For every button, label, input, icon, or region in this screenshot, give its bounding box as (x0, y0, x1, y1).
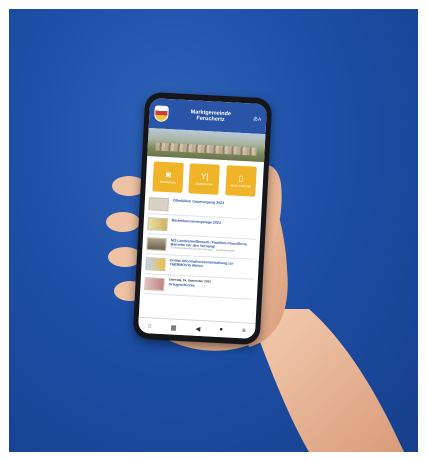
phone-screen: Marktgemeinde Feruchertz あA ◙ Mitteilung… (137, 98, 268, 339)
tile-mitteilungen[interactable]: ◙ Mitteilungen (152, 161, 185, 193)
fork-knife-icon: Y| (200, 171, 209, 181)
news-thumbnail (146, 237, 167, 252)
municipality-crest-icon (154, 105, 169, 123)
photo-background: Marktgemeinde Feruchertz あA ◙ Mitteilung… (9, 9, 418, 452)
tile-label: Abfall- kalender (230, 183, 252, 189)
news-thumbnail (148, 197, 170, 212)
news-title: Ölbekähen Gaumengang 2023 (172, 198, 225, 206)
tile-gastronomie[interactable]: Y| Gastronomie (188, 163, 221, 195)
news-thumbnail (147, 217, 168, 232)
news-thumbnail (145, 257, 166, 272)
calendar-icon[interactable]: ▦ (170, 323, 177, 331)
info-icon[interactable]: ● (219, 326, 223, 333)
tile-label: Mitteilungen (159, 179, 177, 185)
home-icon[interactable]: ⌂ (148, 322, 152, 329)
app-title: Marktgemeinde Feruchertz (173, 108, 248, 125)
quick-tiles: ◙ Mitteilungen Y| Gastronomie ▯ Abfall- … (145, 156, 264, 200)
language-icon[interactable]: あA (253, 115, 262, 122)
news-title: Online Informationsveranstaltung zur THE… (169, 258, 234, 269)
camera-icon: ◙ (165, 169, 172, 180)
news-list: Ölbekähen Gaumengang 2023 Bartenlammerun… (140, 194, 262, 300)
menu-icon[interactable]: ≡ (242, 327, 246, 334)
megaphone-icon[interactable]: ◀ (195, 324, 200, 332)
bottom-tab-bar: ⌂ ▦ ◀ ● ≡ (137, 316, 256, 339)
news-title: Bartenlammerungstage 2023 (171, 218, 222, 225)
tile-label: Gastronomie (195, 181, 213, 187)
tile-abfallkalender[interactable]: ▯ Abfall- kalender (225, 165, 257, 197)
news-thumbnail (144, 277, 165, 292)
trash-icon: ▯ (238, 173, 244, 183)
smartphone: Marktgemeinde Feruchertz あA ◙ Mitteilung… (132, 91, 273, 346)
